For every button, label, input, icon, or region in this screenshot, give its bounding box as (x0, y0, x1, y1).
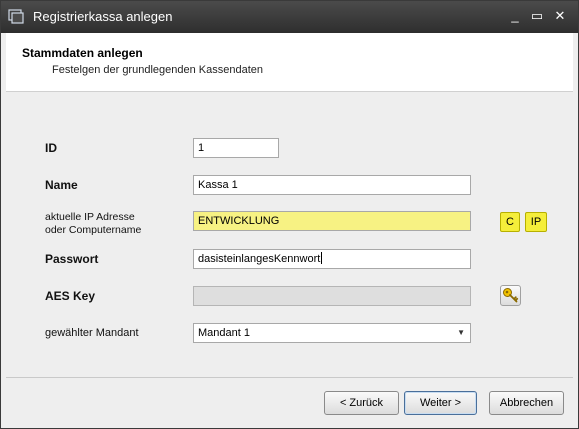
id-field[interactable]: 1 (193, 138, 279, 158)
cancel-button[interactable]: Abbrechen (489, 391, 564, 415)
title-bar[interactable]: Registrierkassa anlegen _ ▭ ✕ (1, 1, 578, 33)
ip-field[interactable]: ENTWICKLUNG (193, 211, 471, 231)
name-label: Name (45, 178, 78, 192)
generate-key-button[interactable] (500, 285, 521, 306)
password-label: Passwort (45, 252, 99, 266)
aes-key-field (193, 286, 471, 306)
text-cursor (321, 252, 323, 264)
minimize-icon[interactable]: _ (506, 7, 524, 25)
page-title: Stammdaten anlegen (22, 46, 143, 60)
dialog-window: Registrierkassa anlegen _ ▭ ✕ Stammdaten… (0, 0, 579, 429)
app-icon (8, 9, 24, 24)
name-field[interactable]: Kassa 1 (193, 175, 471, 195)
page-subtitle: Festelgen der grundlegenden Kassendaten (52, 64, 263, 76)
key-icon (503, 288, 519, 303)
ip-button[interactable]: IP (525, 212, 547, 232)
password-value: dasisteinlangesKennwort (198, 253, 321, 265)
id-label: ID (45, 141, 57, 155)
wizard-header: Stammdaten anlegen Festelgen der grundle… (6, 33, 573, 92)
password-field[interactable]: dasisteinlangesKennwort (193, 249, 471, 269)
chevron-down-icon: ▼ (457, 328, 465, 337)
mandant-select[interactable]: Mandant 1 ▼ (193, 323, 471, 343)
next-button[interactable]: Weiter > (404, 391, 477, 415)
computername-button[interactable]: C (500, 212, 520, 232)
ip-label-line1: aktuelle IP Adresse (45, 211, 135, 223)
back-button[interactable]: < Zurück (324, 391, 399, 415)
footer-divider (6, 377, 573, 378)
window-title: Registrierkassa anlegen (33, 9, 173, 24)
aes-key-label: AES Key (45, 289, 96, 303)
close-icon[interactable]: ✕ (551, 7, 569, 25)
mandant-label: gewählter Mandant (45, 327, 139, 339)
maximize-icon[interactable]: ▭ (528, 7, 546, 25)
ip-label-line2: oder Computername (45, 224, 142, 236)
mandant-value: Mandant 1 (198, 327, 250, 339)
